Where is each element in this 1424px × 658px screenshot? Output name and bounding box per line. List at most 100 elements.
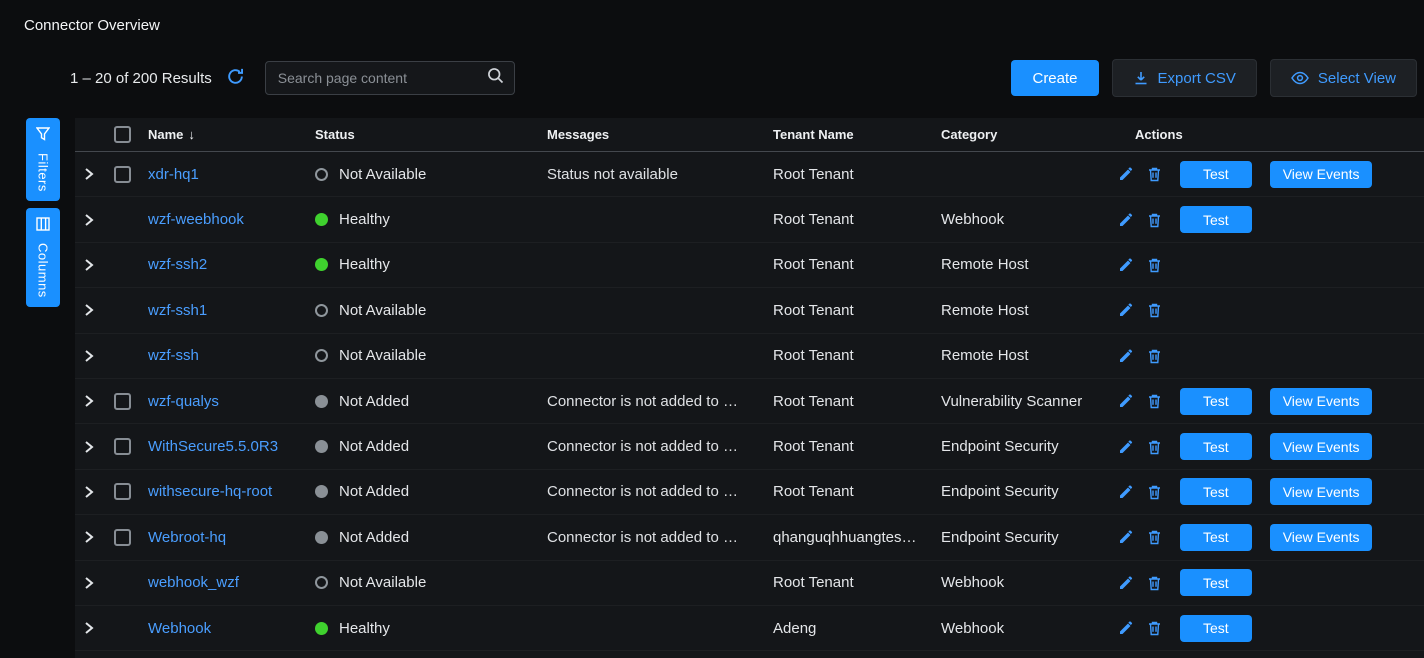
header-name[interactable]: Name ↓ [141, 127, 306, 142]
test-button[interactable]: Test [1180, 524, 1252, 551]
test-button[interactable]: Test [1180, 569, 1252, 596]
test-button[interactable]: Test [1180, 615, 1252, 642]
row-checkbox[interactable] [114, 393, 131, 410]
select-all-checkbox[interactable] [114, 126, 131, 143]
delete-icon[interactable] [1147, 484, 1162, 500]
status-text: Not Available [339, 302, 426, 319]
connector-name-link[interactable]: Webroot-hq [148, 529, 226, 546]
status-text: Not Added [339, 483, 409, 500]
checkbox-cell [103, 166, 141, 183]
delete-icon[interactable] [1147, 348, 1162, 364]
delete-icon[interactable] [1147, 575, 1162, 591]
view-events-button[interactable]: View Events [1270, 478, 1373, 505]
name-cell: wzf-ssh1 [141, 302, 306, 319]
tenant-name-text: Root Tenant [766, 302, 934, 319]
expand-chevron-icon[interactable] [84, 349, 94, 363]
test-button[interactable]: Test [1180, 478, 1252, 505]
test-button[interactable]: Test [1180, 161, 1252, 188]
connector-name-link[interactable]: wzf-ssh [148, 347, 199, 364]
category-text: Endpoint Security [934, 529, 1110, 546]
view-events-button[interactable]: View Events [1270, 524, 1373, 551]
row-checkbox[interactable] [114, 438, 131, 455]
row-checkbox[interactable] [114, 529, 131, 546]
results-count: 1 – 20 of 200 Results [70, 70, 212, 87]
tenant-name-text: Root Tenant [766, 166, 934, 183]
connector-name-link[interactable]: withsecure-hq-root [148, 483, 272, 500]
expand-chevron-icon[interactable] [84, 394, 94, 408]
message-text: Connector is not added to … [540, 438, 766, 455]
filters-tab-label: Filters [36, 153, 51, 192]
view-events-button[interactable]: View Events [1270, 161, 1373, 188]
delete-icon[interactable] [1147, 212, 1162, 228]
edit-icon[interactable] [1118, 257, 1134, 273]
connector-name-link[interactable]: xdr-hq1 [148, 166, 199, 183]
select-view-button[interactable]: Select View [1270, 59, 1417, 97]
connector-name-link[interactable]: WithSecure5.5.0R3 [148, 438, 278, 455]
name-cell: WithSecure5.5.0R3 [141, 438, 306, 455]
edit-icon[interactable] [1118, 302, 1134, 318]
edit-icon[interactable] [1118, 166, 1134, 182]
table-row: Webhook Healthy Adeng Webhook Test [75, 606, 1424, 651]
delete-icon[interactable] [1147, 393, 1162, 409]
delete-icon[interactable] [1147, 166, 1162, 182]
columns-tab[interactable]: Columns [26, 208, 60, 307]
edit-icon[interactable] [1118, 529, 1134, 545]
row-checkbox[interactable] [114, 166, 131, 183]
test-button[interactable]: Test [1180, 206, 1252, 233]
edit-icon[interactable] [1118, 212, 1134, 228]
category-text: Endpoint Security [934, 438, 1110, 455]
tenant-name-text: Root Tenant [766, 574, 934, 591]
columns-tab-label: Columns [36, 243, 51, 298]
filters-tab[interactable]: Filters [26, 118, 60, 201]
name-cell: webhook_wzf [141, 574, 306, 591]
actions-cell: Test View Events [1110, 478, 1424, 505]
expand-cell [75, 167, 103, 181]
checkbox-cell [103, 302, 141, 319]
tenant-name-text: qhanguqhhuangtes… [766, 529, 934, 546]
checkbox-cell [103, 483, 141, 500]
expand-cell [75, 530, 103, 544]
delete-icon[interactable] [1147, 529, 1162, 545]
status-dot-icon [315, 213, 328, 226]
edit-icon[interactable] [1118, 348, 1134, 364]
connector-name-link[interactable]: wzf-weebhook [148, 211, 244, 228]
delete-icon[interactable] [1147, 302, 1162, 318]
toolbar: 1 – 20 of 200 Results Create Export CSV … [0, 58, 1424, 98]
edit-icon[interactable] [1118, 620, 1134, 636]
connector-name-link[interactable]: wzf-qualys [148, 393, 219, 410]
table-row: withsecure-hq-root Not Added Connector i… [75, 470, 1424, 515]
expand-chevron-icon[interactable] [84, 213, 94, 227]
edit-icon[interactable] [1118, 393, 1134, 409]
expand-chevron-icon[interactable] [84, 167, 94, 181]
search-input[interactable] [278, 70, 487, 86]
edit-icon[interactable] [1118, 484, 1134, 500]
expand-chevron-icon[interactable] [84, 621, 94, 635]
status-cell: Not Added [306, 438, 540, 455]
edit-icon[interactable] [1118, 575, 1134, 591]
export-csv-button[interactable]: Export CSV [1112, 59, 1257, 97]
checkbox-cell [103, 529, 141, 546]
row-checkbox[interactable] [114, 483, 131, 500]
connector-name-link[interactable]: Webhook [148, 620, 211, 637]
expand-chevron-icon[interactable] [84, 576, 94, 590]
test-button[interactable]: Test [1180, 433, 1252, 460]
delete-icon[interactable] [1147, 620, 1162, 636]
connector-name-link[interactable]: wzf-ssh1 [148, 302, 207, 319]
expand-chevron-icon[interactable] [84, 485, 94, 499]
delete-icon[interactable] [1147, 439, 1162, 455]
connector-name-link[interactable]: webhook_wzf [148, 574, 239, 591]
refresh-button[interactable] [226, 67, 245, 89]
test-button[interactable]: Test [1180, 388, 1252, 415]
expand-chevron-icon[interactable] [84, 530, 94, 544]
connector-name-link[interactable]: wzf-ssh2 [148, 256, 207, 273]
expand-chevron-icon[interactable] [84, 258, 94, 272]
status-cell: Healthy [306, 256, 540, 273]
expand-chevron-icon[interactable] [84, 440, 94, 454]
create-button[interactable]: Create [1011, 60, 1098, 96]
actions-cell: Test View Events [1110, 524, 1424, 551]
view-events-button[interactable]: View Events [1270, 433, 1373, 460]
view-events-button[interactable]: View Events [1270, 388, 1373, 415]
edit-icon[interactable] [1118, 439, 1134, 455]
delete-icon[interactable] [1147, 257, 1162, 273]
expand-chevron-icon[interactable] [84, 303, 94, 317]
